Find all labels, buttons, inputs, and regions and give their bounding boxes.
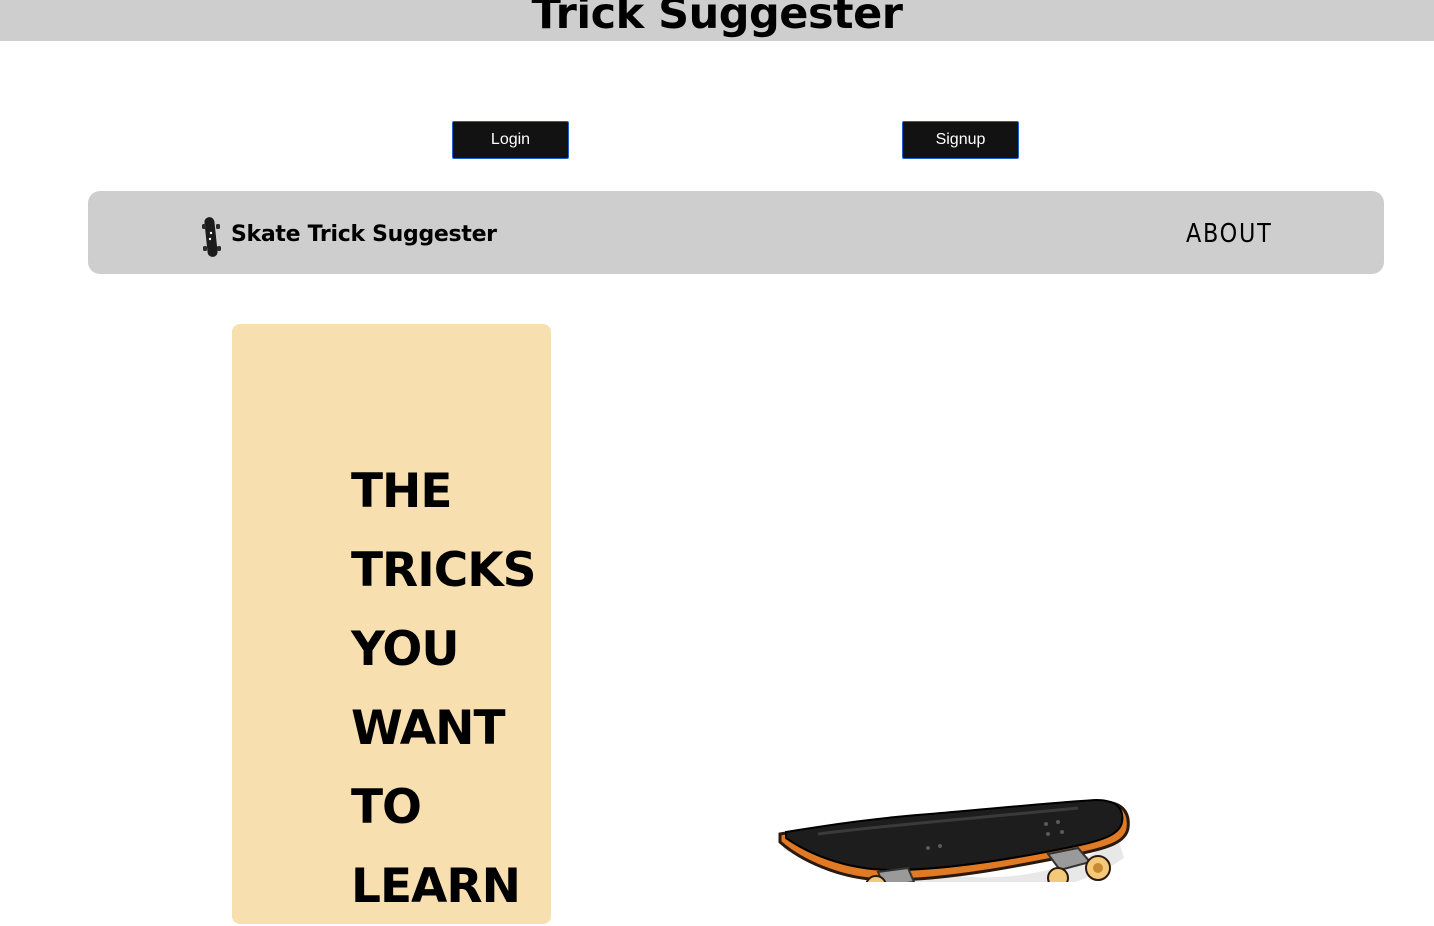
signup-button[interactable]: Signup xyxy=(902,121,1019,159)
login-button[interactable]: Login xyxy=(452,121,569,159)
skateboard-illustration xyxy=(778,798,1134,882)
brand-title: Skate Trick Suggester xyxy=(231,221,497,247)
navbar: Skate Trick Suggester ABOUT xyxy=(88,191,1384,274)
skateboard-image xyxy=(778,798,1130,882)
skateboard-icon xyxy=(202,217,221,257)
top-header: Trick Suggester xyxy=(0,0,1434,41)
page-title: Trick Suggester xyxy=(531,0,903,39)
hero-headline: THE TRICKS YOU WANT TO LEARN xyxy=(351,464,537,914)
hero-card: THE TRICKS YOU WANT TO LEARN xyxy=(232,324,551,924)
nav-about-link[interactable]: ABOUT xyxy=(1186,219,1272,249)
brand-link[interactable]: Skate Trick Suggester xyxy=(199,215,497,259)
